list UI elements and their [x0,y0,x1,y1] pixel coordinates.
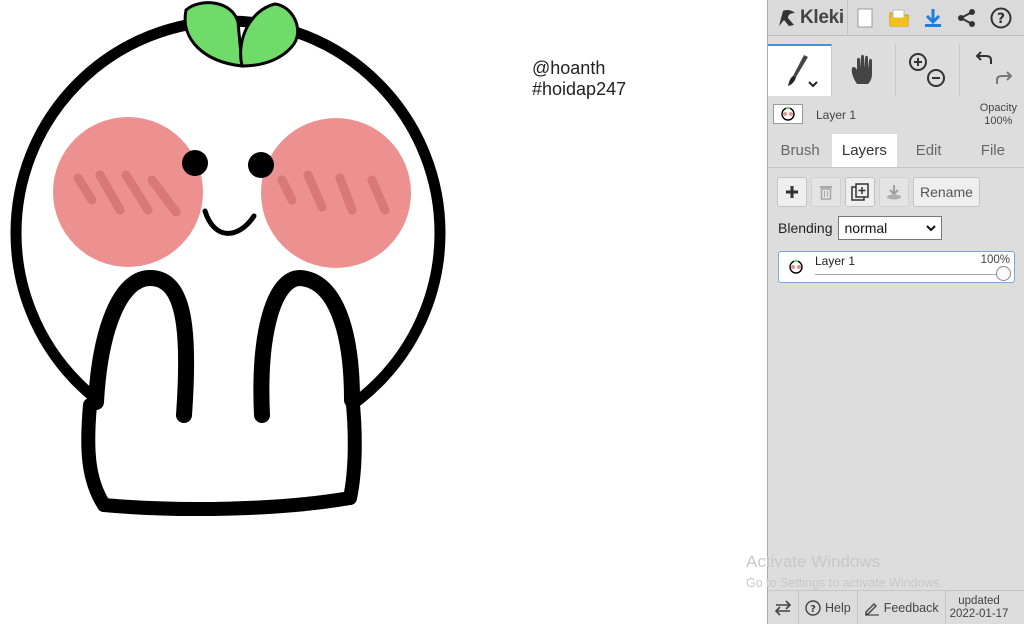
tab-file[interactable]: File [961,134,1024,167]
bottom-bar: ? Help Feedback updated 2022-01-17 [768,590,1024,624]
feedback-label: Feedback [883,600,939,615]
top-toolbar: Kleki ? [768,0,1024,36]
help-button[interactable]: ? [984,0,1018,36]
watermark-line-2: #hoidap247 [532,79,627,99]
share-button[interactable] [950,0,984,36]
duplicate-layer-button[interactable] [845,177,875,207]
layer-thumbnail-icon [789,259,803,274]
zoom-buttons[interactable] [896,44,960,96]
feedback-pencil-icon [864,602,879,616]
app-name: Kleki [800,6,844,28]
swap-side-button[interactable] [768,590,799,624]
layer-item-thumbnail [785,257,807,277]
layers-panel: Rename Blending normal Layer 1 100% [768,168,1024,588]
help-circle-icon: ? [805,599,821,616]
svg-text:?: ? [810,604,816,615]
layer-thumbnail-icon [781,106,795,121]
merge-down-icon [887,185,901,200]
new-image-button[interactable] [848,0,882,36]
brush-tool-icon [787,55,818,88]
trash-icon [820,186,832,200]
opacity-value: 100% [984,115,1013,127]
swap-arrows-icon [774,599,792,616]
layer-opacity-slider-track[interactable] [815,274,1005,275]
layer-actions: Rename [777,177,980,207]
help-link[interactable]: ? Help [799,590,858,624]
layer-list-item[interactable]: Layer 1 100% [778,251,1015,283]
watermark-line-1: @hoanth [532,58,606,78]
layer-opacity-slider-handle[interactable] [996,266,1011,281]
zoom-icon [908,53,945,87]
sidebar: Kleki ? Layer 1 Opacity 100% Brush Layer… [767,0,1024,624]
kleki-logo-icon [779,9,795,26]
undo-redo-buttons[interactable] [960,44,1024,96]
layer-item-name: Layer 1 [815,254,856,268]
tool-row [768,44,1024,96]
panel-tabs: Brush Layers Edit File [768,134,1024,168]
updated-date: 2022-01-17 [949,607,1009,620]
updated-info: updated 2022-01-17 [946,595,1013,621]
layer-item-opacity: 100% [980,254,1010,266]
share-icon [958,8,975,27]
hand-tool-button[interactable] [832,44,896,96]
current-layer-name: Layer 1 [816,108,857,122]
open-file-button[interactable] [882,0,916,36]
kleki-logo[interactable]: Kleki [768,0,848,36]
duplicate-icon [851,183,869,201]
tab-edit[interactable]: Edit [897,134,961,167]
updated-label: updated [958,594,1000,607]
help-icon: ? [990,7,1012,28]
open-folder-icon [889,9,909,26]
kleki-app: @hoanth #hoidap247 Activate Windows Go t… [0,0,1024,624]
new-image-icon [857,8,873,27]
opacity-label: Opacity [979,102,1017,114]
blending-label: Blending [778,220,833,236]
current-layer-thumbnail [773,104,803,124]
current-layer-info: Layer 1 Opacity 100% [768,98,1024,132]
drawing-canvas[interactable]: @hoanth #hoidap247 [0,0,767,624]
tab-brush[interactable]: Brush [768,134,832,167]
drawing [10,1,446,517]
merge-layer-button[interactable] [879,177,909,207]
feedback-link[interactable]: Feedback [858,590,946,624]
download-button[interactable] [916,0,950,36]
tab-layers[interactable]: Layers [832,134,897,167]
blending-select[interactable]: normal [837,216,942,240]
add-layer-button[interactable] [777,177,807,207]
hand-tool-icon [851,54,872,84]
download-icon [925,8,941,27]
brush-tool-button[interactable] [768,44,832,96]
plus-icon [786,186,798,198]
rename-layer-button[interactable]: Rename [913,177,980,207]
blending-value: normal [844,220,888,236]
blending-row: Blending normal [778,216,942,240]
chevron-down-icon [925,224,936,231]
help-label: Help [825,600,851,615]
delete-layer-button[interactable] [811,177,841,207]
svg-text:?: ? [997,11,1005,27]
undo-redo-icon [975,51,1012,84]
opacity-readout: Opacity 100% [980,102,1017,128]
